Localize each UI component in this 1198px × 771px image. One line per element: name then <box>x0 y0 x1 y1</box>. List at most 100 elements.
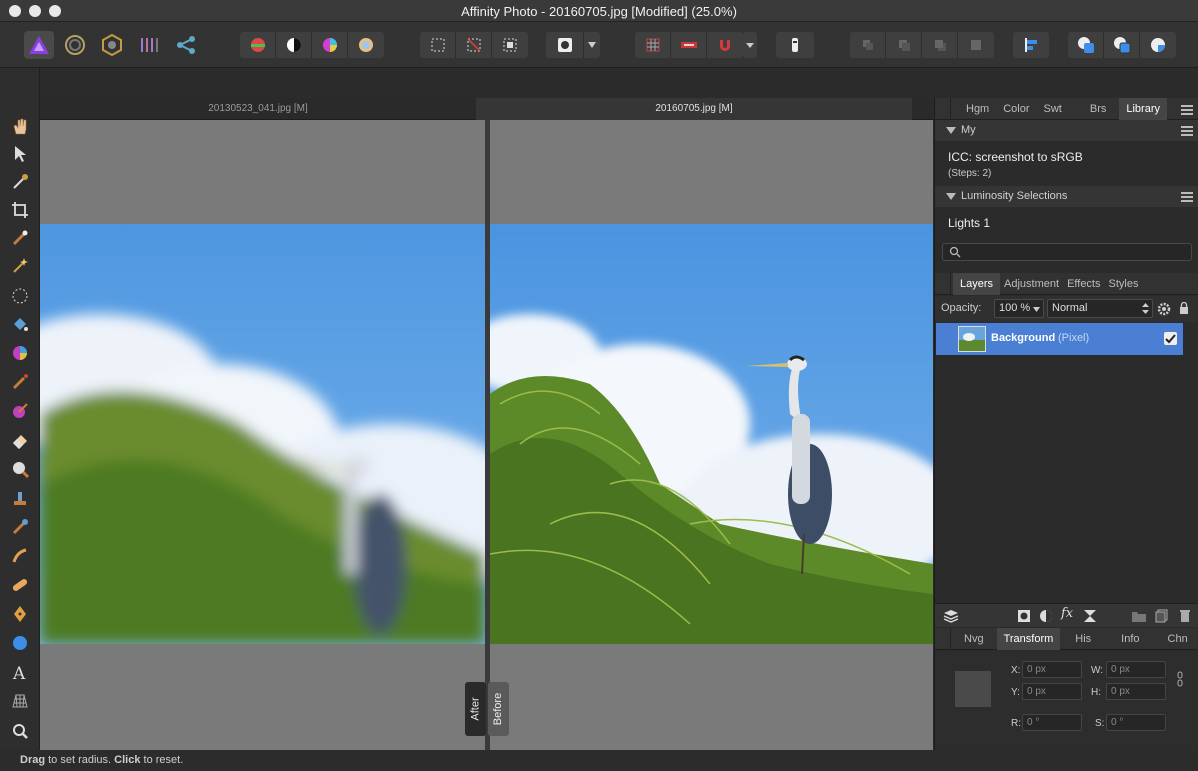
panel-grip[interactable] <box>935 272 951 295</box>
color-picker-tool[interactable] <box>8 170 32 194</box>
x-field[interactable]: 0 px <box>1022 661 1082 678</box>
tab-transform[interactable]: Transform <box>996 627 1061 650</box>
move-forward-one-button[interactable] <box>922 32 958 58</box>
w-field[interactable]: 0 px <box>1106 661 1166 678</box>
lock-icon[interactable] <box>1179 302 1189 315</box>
tab-layers[interactable]: Layers <box>953 272 1001 295</box>
tab-history[interactable]: His <box>1068 628 1098 650</box>
add-shape-button[interactable] <box>1068 32 1104 58</box>
layer-visibility-checkbox[interactable] <box>1164 332 1177 345</box>
subtract-shape-button[interactable] <box>1104 32 1140 58</box>
folder-icon[interactable] <box>1131 610 1147 623</box>
fx-icon[interactable]: fx <box>1061 606 1073 621</box>
black-white-button[interactable] <box>276 32 312 58</box>
y-field[interactable]: 0 px <box>1022 683 1082 700</box>
flood-select-tool[interactable] <box>8 254 32 278</box>
snapping-button[interactable] <box>707 32 743 58</box>
tone-mapping-persona-button[interactable] <box>134 31 164 59</box>
move-tool[interactable] <box>8 142 32 166</box>
quick-mask-button[interactable] <box>546 32 584 58</box>
macro-lights[interactable]: Lights 1 <box>948 216 990 230</box>
move-to-front-button[interactable] <box>958 32 994 58</box>
crop-tool[interactable] <box>8 198 32 222</box>
section-menu-icon[interactable] <box>1181 126 1193 136</box>
tab-channels[interactable]: Chn <box>1161 628 1195 650</box>
live-filter-icon[interactable] <box>1083 609 1097 623</box>
trash-icon[interactable] <box>1179 609 1191 623</box>
invert-selection-button[interactable] <box>492 32 528 58</box>
develop-persona-button[interactable] <box>97 31 127 59</box>
force-pixel-alignment-button[interactable] <box>671 32 707 58</box>
move-back-one-button[interactable] <box>886 32 922 58</box>
paint-brush-tool[interactable] <box>8 370 32 394</box>
doc-tab-2[interactable]: 20160705.jpg [M] <box>476 98 912 120</box>
erase-tool[interactable] <box>8 428 32 452</box>
grid-button[interactable] <box>635 32 671 58</box>
panel-grip[interactable] <box>935 97 951 120</box>
white-balance-button[interactable] <box>348 32 384 58</box>
tab-swatches[interactable]: Swt <box>1037 98 1069 120</box>
text-tool[interactable]: A <box>8 660 32 684</box>
tab-navigator[interactable]: Nvg <box>957 628 991 650</box>
h-field[interactable]: 0 px <box>1106 683 1166 700</box>
library-section-luminosity[interactable]: Luminosity Selections <box>935 186 1198 207</box>
gear-icon[interactable] <box>1157 302 1171 316</box>
levels-button[interactable] <box>240 32 276 58</box>
hsl-button[interactable] <box>312 32 348 58</box>
gradient-tool[interactable] <box>8 341 32 365</box>
liquify-persona-button[interactable] <box>60 31 90 59</box>
anchor-selector[interactable] <box>955 671 991 707</box>
zoom-tool[interactable] <box>8 719 32 743</box>
tab-adjustment[interactable]: Adjustment <box>1000 273 1063 295</box>
opacity-field[interactable]: 100 % <box>994 299 1044 318</box>
link-icon[interactable] <box>1176 671 1184 687</box>
after-handle[interactable]: After <box>465 682 486 736</box>
pen-tool[interactable] <box>8 602 32 626</box>
shape-tool[interactable] <box>8 631 32 655</box>
duplicate-layer-icon[interactable] <box>1155 609 1168 623</box>
tab-library[interactable]: Library <box>1119 97 1167 120</box>
align-button[interactable] <box>1013 32 1049 58</box>
canvas[interactable]: After Before <box>40 120 933 750</box>
color-replacement-tool[interactable] <box>8 399 32 423</box>
move-to-back-button[interactable] <box>850 32 886 58</box>
marquee-tool[interactable] <box>8 284 32 308</box>
rotation-field[interactable]: 0 ° <box>1022 714 1082 731</box>
flood-fill-tool[interactable] <box>8 313 32 337</box>
smudge-tool[interactable] <box>8 515 32 539</box>
tab-brushes[interactable]: Brs <box>1083 98 1114 120</box>
library-section-my[interactable]: My <box>935 120 1198 141</box>
snapping-dropdown[interactable] <box>743 32 757 58</box>
photo-persona-button[interactable] <box>24 31 54 59</box>
section-menu-icon[interactable] <box>1181 192 1193 202</box>
tab-styles[interactable]: Styles <box>1105 273 1143 295</box>
clone-tool[interactable] <box>8 486 32 510</box>
intersect-shape-button[interactable] <box>1140 32 1176 58</box>
tab-color[interactable]: Color <box>996 98 1036 120</box>
adjustment-layer-icon[interactable] <box>1039 609 1053 623</box>
tab-histogram[interactable]: Hgm <box>959 98 996 120</box>
export-persona-button[interactable] <box>171 31 201 59</box>
macro-title[interactable]: ICC: screenshot to sRGB <box>948 150 1083 164</box>
blend-mode-select[interactable]: Normal <box>1047 299 1153 318</box>
tab-info[interactable]: Info <box>1114 628 1146 650</box>
library-search-input[interactable] <box>942 243 1192 261</box>
healing-tool[interactable] <box>8 573 32 597</box>
select-all-button[interactable] <box>420 32 456 58</box>
panel-menu-icon[interactable] <box>1181 105 1193 115</box>
view-tool[interactable] <box>8 114 32 138</box>
before-handle[interactable]: Before <box>488 682 509 736</box>
layers-stack-icon[interactable] <box>943 609 959 623</box>
deselect-button[interactable] <box>456 32 492 58</box>
doc-tab-1[interactable]: 20130523_041.jpg [M] <box>40 98 476 120</box>
quick-mask-dropdown[interactable] <box>584 32 600 58</box>
inpainting-tool[interactable] <box>8 544 32 568</box>
mask-layer-icon[interactable] <box>1017 609 1031 623</box>
assistant-button[interactable] <box>776 32 814 58</box>
mesh-warp-tool[interactable] <box>8 689 32 713</box>
selection-brush-tool[interactable] <box>8 226 32 250</box>
shear-field[interactable]: 0 ° <box>1106 714 1166 731</box>
layer-row-background[interactable]: Background (Pixel) <box>936 323 1183 355</box>
tab-effects[interactable]: Effects <box>1063 273 1104 295</box>
dodge-tool[interactable] <box>8 457 32 481</box>
